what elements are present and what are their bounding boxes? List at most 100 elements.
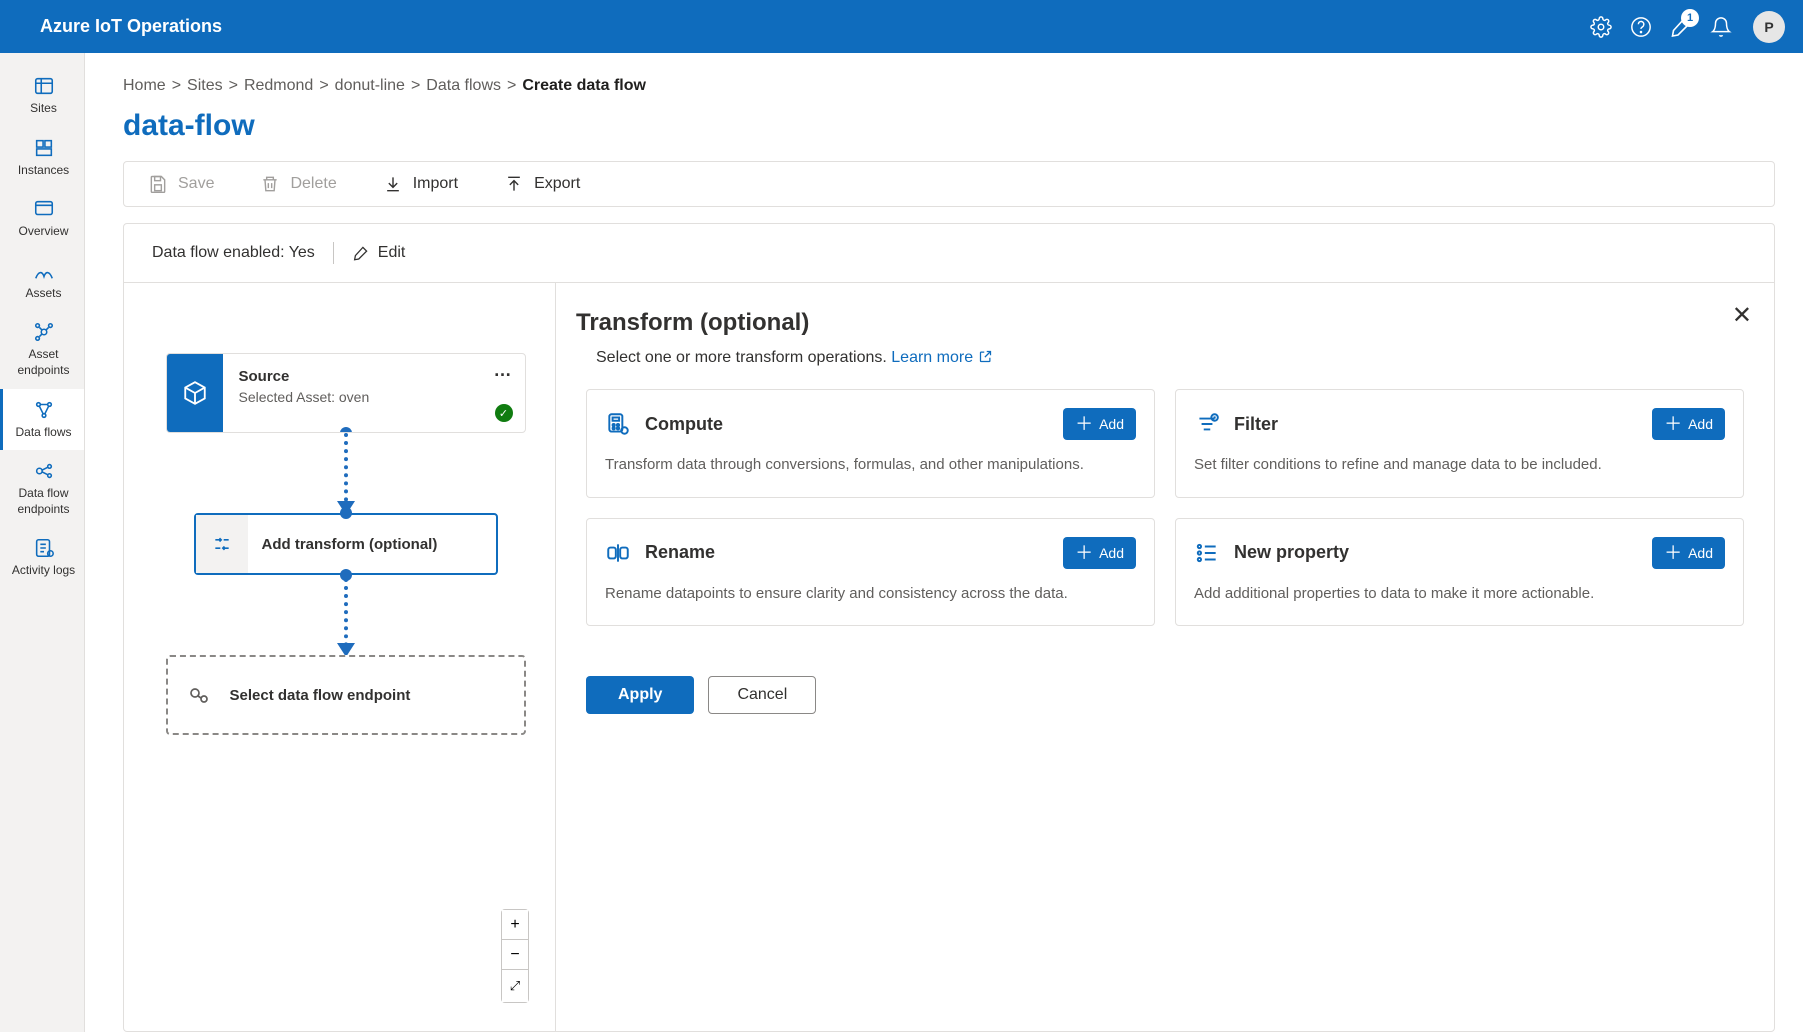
- breadcrumb-sep: >: [229, 77, 238, 95]
- node-menu-icon[interactable]: …: [494, 360, 513, 381]
- card-title: New property: [1234, 542, 1638, 563]
- breadcrumb-sep: >: [411, 77, 420, 95]
- sidebar-item-data-flow-endpoints[interactable]: Data flow endpoints: [0, 450, 84, 527]
- breadcrumb-item[interactable]: Data flows: [426, 77, 501, 95]
- breadcrumb-current: Create data flow: [522, 77, 646, 95]
- new-property-icon: [1194, 540, 1220, 566]
- sites-icon: [33, 75, 55, 97]
- close-button[interactable]: ✕: [1732, 301, 1752, 330]
- cube-icon: [167, 354, 223, 432]
- sidebar-item-label: Data flow endpoints: [7, 486, 80, 517]
- learn-more-link[interactable]: Learn more: [891, 349, 992, 366]
- source-title: Source: [239, 368, 509, 385]
- toolbar: Save Delete Import Export: [123, 161, 1775, 207]
- feedback-icon[interactable]: 1: [1661, 7, 1701, 47]
- add-new-property-button[interactable]: ＋Add: [1652, 537, 1725, 569]
- zoom-fit-button[interactable]: ⤢: [502, 970, 528, 1002]
- sidebar-item-label: Overview: [18, 224, 68, 240]
- cancel-button[interactable]: Cancel: [708, 676, 816, 714]
- zoom-out-button[interactable]: −: [502, 940, 528, 970]
- toolbar-label: Save: [178, 175, 214, 193]
- page-title: data-flow: [123, 109, 1775, 143]
- apply-button[interactable]: Apply: [586, 676, 694, 714]
- import-button[interactable]: Import: [383, 174, 458, 194]
- card-title: Rename: [645, 542, 1049, 563]
- breadcrumb: Home > Sites > Redmond > donut-line > Da…: [123, 77, 1775, 95]
- card-new-property: New property ＋Add Add additional propert…: [1175, 518, 1744, 627]
- card-rename: Rename ＋Add Rename datapoints to ensure …: [586, 518, 1155, 627]
- asset-endpoints-icon: [33, 321, 55, 343]
- external-link-icon: [978, 349, 993, 364]
- toolbar-label: Export: [534, 175, 580, 193]
- settings-icon[interactable]: [1581, 7, 1621, 47]
- filter-icon: [1194, 411, 1220, 437]
- edit-button[interactable]: Edit: [352, 244, 406, 262]
- notification-bell-icon[interactable]: [1701, 7, 1741, 47]
- data-flow-endpoints-icon: [33, 460, 55, 482]
- sidebar-item-assets[interactable]: Assets: [0, 250, 84, 312]
- sidebar-item-activity-logs[interactable]: Activity logs: [0, 527, 84, 589]
- sidebar-item-instances[interactable]: Instances: [0, 127, 84, 189]
- transform-icon: [196, 515, 248, 573]
- sidebar-item-overview[interactable]: Overview: [0, 188, 84, 250]
- sidebar: Sites Instances Overview Assets Asset en…: [0, 53, 85, 1032]
- sidebar-item-label: Assets: [25, 286, 61, 302]
- workspace-header: Data flow enabled: Yes Edit: [124, 224, 1774, 283]
- card-filter: Filter ＋Add Set filter conditions to ref…: [1175, 389, 1744, 498]
- panel-subtitle: Select one or more transform operations.…: [596, 349, 1744, 367]
- overview-icon: [33, 198, 55, 220]
- compute-icon: [605, 411, 631, 437]
- add-rename-button[interactable]: ＋Add: [1063, 537, 1136, 569]
- sidebar-item-asset-endpoints[interactable]: Asset endpoints: [0, 311, 84, 388]
- add-filter-button[interactable]: ＋Add: [1652, 408, 1725, 440]
- sidebar-item-label: Asset endpoints: [7, 347, 80, 378]
- card-desc: Transform data through conversions, form…: [605, 454, 1136, 477]
- endpoint-node[interactable]: Select data flow endpoint: [166, 655, 526, 735]
- help-icon[interactable]: [1621, 7, 1661, 47]
- main-content: Home > Sites > Redmond > donut-line > Da…: [85, 53, 1803, 1032]
- add-compute-button[interactable]: ＋Add: [1063, 408, 1136, 440]
- data-flows-icon: [33, 399, 55, 421]
- breadcrumb-sep: >: [172, 77, 181, 95]
- source-node[interactable]: Source Selected Asset: oven … ✓: [166, 353, 526, 433]
- delete-button: Delete: [260, 174, 336, 194]
- panel-title: Transform (optional): [576, 309, 1744, 337]
- transform-node[interactable]: Add transform (optional): [194, 513, 498, 575]
- activity-logs-icon: [33, 537, 55, 559]
- instances-icon: [33, 137, 55, 159]
- toolbar-label: Import: [413, 175, 458, 193]
- edit-label: Edit: [378, 244, 406, 262]
- sidebar-item-sites[interactable]: Sites: [0, 65, 84, 127]
- breadcrumb-item[interactable]: Home: [123, 77, 166, 95]
- toolbar-label: Delete: [290, 175, 336, 193]
- top-header: Azure IoT Operations 1 P: [0, 0, 1803, 53]
- sidebar-item-label: Instances: [18, 163, 69, 179]
- notification-badge: 1: [1681, 9, 1699, 27]
- source-subtitle: Selected Asset: oven: [239, 389, 509, 405]
- breadcrumb-item[interactable]: Redmond: [244, 77, 313, 95]
- card-desc: Rename datapoints to ensure clarity and …: [605, 583, 1136, 606]
- sidebar-item-label: Data flows: [15, 425, 71, 441]
- zoom-in-button[interactable]: +: [502, 910, 528, 940]
- export-icon: [504, 174, 524, 194]
- sidebar-item-label: Sites: [30, 101, 57, 117]
- breadcrumb-sep: >: [507, 77, 516, 95]
- breadcrumb-item[interactable]: donut-line: [335, 77, 405, 95]
- avatar[interactable]: P: [1753, 11, 1785, 43]
- assets-icon: [33, 260, 55, 282]
- sidebar-item-label: Activity logs: [12, 563, 75, 579]
- status-check-icon: ✓: [495, 404, 513, 422]
- save-icon: [148, 174, 168, 194]
- endpoint-icon: [168, 683, 230, 707]
- breadcrumb-item[interactable]: Sites: [187, 77, 223, 95]
- canvas-zoom-controls: + − ⤢: [501, 909, 529, 1003]
- workspace: Data flow enabled: Yes Edit: [123, 223, 1775, 1032]
- export-button[interactable]: Export: [504, 174, 580, 194]
- canvas: Source Selected Asset: oven … ✓: [124, 283, 556, 1031]
- card-title: Filter: [1234, 414, 1638, 435]
- edit-icon: [352, 244, 370, 262]
- transform-panel: ✕ Transform (optional) Select one or mor…: [556, 283, 1774, 1031]
- card-title: Compute: [645, 414, 1049, 435]
- endpoint-label: Select data flow endpoint: [230, 687, 524, 704]
- sidebar-item-data-flows[interactable]: Data flows: [0, 389, 84, 451]
